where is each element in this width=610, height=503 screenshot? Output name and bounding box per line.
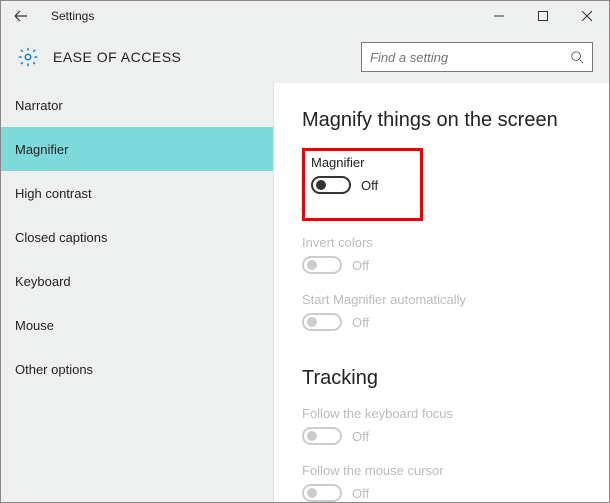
titlebar: Settings — [1, 1, 609, 31]
follow-mouse-label: Follow the mouse cursor — [302, 463, 581, 478]
search-input[interactable] — [370, 50, 570, 65]
sidebar-item-closed-captions[interactable]: Closed captions — [1, 215, 273, 259]
sidebar-item-mouse[interactable]: Mouse — [1, 303, 273, 347]
sidebar-item-narrator[interactable]: Narrator — [1, 83, 273, 127]
invert-colors-state: Off — [352, 258, 369, 273]
follow-keyboard-label: Follow the keyboard focus — [302, 406, 581, 421]
window-title: Settings — [51, 9, 94, 23]
sidebar-item-keyboard[interactable]: Keyboard — [1, 259, 273, 303]
magnifier-label: Magnifier — [311, 155, 378, 170]
sidebar-item-magnifier[interactable]: Magnifier — [1, 127, 273, 171]
autostart-label: Start Magnifier automatically — [302, 292, 581, 307]
sidebar-item-other-options[interactable]: Other options — [1, 347, 273, 391]
sidebar: Narrator Magnifier High contrast Closed … — [1, 83, 274, 502]
follow-mouse-toggle — [302, 484, 342, 502]
back-button[interactable] — [9, 4, 33, 28]
magnifier-toggle[interactable] — [311, 176, 351, 194]
minimize-button[interactable] — [477, 1, 521, 31]
search-icon — [570, 50, 584, 64]
autostart-state: Off — [352, 315, 369, 330]
highlight-annotation: Magnifier Off — [302, 148, 423, 221]
gear-icon — [17, 46, 39, 68]
page-title: EASE OF ACCESS — [53, 49, 181, 65]
follow-keyboard-state: Off — [352, 429, 369, 444]
invert-colors-label: Invert colors — [302, 235, 581, 250]
header: EASE OF ACCESS — [1, 31, 609, 83]
follow-keyboard-toggle — [302, 427, 342, 445]
search-box[interactable] — [361, 42, 593, 72]
follow-mouse-state: Off — [352, 486, 369, 501]
sidebar-item-high-contrast[interactable]: High contrast — [1, 171, 273, 215]
close-button[interactable] — [565, 1, 609, 31]
section-title-magnify: Magnify things on the screen — [302, 109, 581, 132]
autostart-toggle — [302, 313, 342, 331]
magnifier-state: Off — [361, 178, 378, 193]
content: Magnify things on the screen Magnifier O… — [274, 83, 609, 502]
invert-colors-toggle — [302, 256, 342, 274]
section-title-tracking: Tracking — [302, 367, 581, 390]
maximize-button[interactable] — [521, 1, 565, 31]
